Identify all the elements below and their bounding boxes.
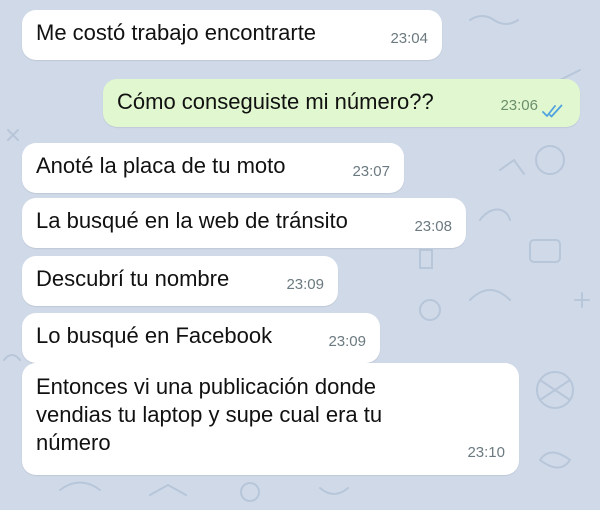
message-time: 23:07 xyxy=(352,163,390,180)
message-time: 23:09 xyxy=(328,333,366,350)
message-time: 23:06 xyxy=(500,97,538,114)
message-text: Anoté la placa de tu moto xyxy=(36,153,286,178)
message-bubble[interactable]: Anoté la placa de tu moto 23:07 xyxy=(22,143,404,193)
message-bubble[interactable]: Entonces vi una publicación donde vendia… xyxy=(22,363,519,475)
double-check-icon xyxy=(542,104,563,118)
message-text: La busqué en la web de tránsito xyxy=(36,208,348,233)
message-time: 23:04 xyxy=(390,30,428,47)
message-text: Entonces vi una publicación donde vendia… xyxy=(36,374,383,455)
message-bubble[interactable]: La busqué en la web de tránsito 23:08 xyxy=(22,198,466,248)
message-bubble[interactable]: Me costó trabajo encontrarte 23:04 xyxy=(22,10,442,60)
message-time: 23:10 xyxy=(467,444,505,461)
message-bubble[interactable]: Descubrí tu nombre 23:09 xyxy=(22,256,338,306)
message-time: 23:08 xyxy=(414,218,452,235)
message-time: 23:09 xyxy=(286,276,324,293)
message-bubble-outgoing[interactable]: Cómo conseguiste mi número?? 23:06 xyxy=(103,79,580,127)
chat-conversation: Me costó trabajo encontrarte 23:04 Cómo … xyxy=(0,0,600,510)
message-text: Cómo conseguiste mi número?? xyxy=(117,89,434,114)
message-text: Me costó trabajo encontrarte xyxy=(36,20,317,45)
message-bubble[interactable]: Lo busqué en Facebook 23:09 xyxy=(22,313,380,363)
message-text: Lo busqué en Facebook xyxy=(36,323,273,348)
message-text: Descubrí tu nombre xyxy=(36,266,230,291)
